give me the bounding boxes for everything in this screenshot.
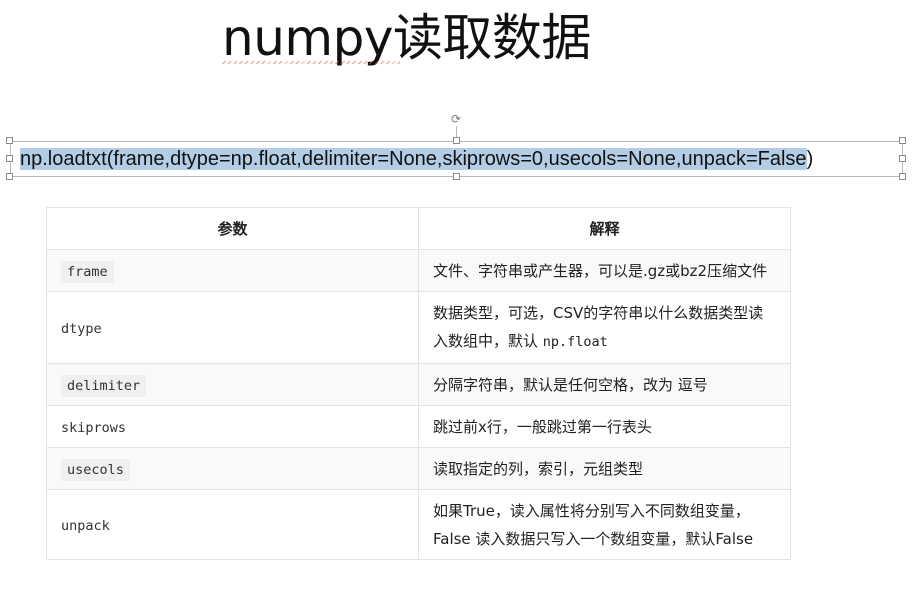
param-desc: 文件、字符串或产生器，可以是.gz或bz2压缩文件 (418, 249, 791, 292)
param-desc-code: np.float (542, 334, 608, 350)
param-name: unpack (61, 517, 110, 534)
code-text[interactable]: np.loadtxt(frame,dtype=np.float,delimite… (20, 145, 813, 173)
param-name: dtype (61, 320, 102, 337)
header-param: 参数 (46, 207, 419, 250)
resize-handle-top-left[interactable] (6, 137, 13, 144)
param-name: delimiter (61, 374, 147, 397)
resize-handle-bottom-left[interactable] (6, 173, 13, 180)
table-row: skiprows 跳过前x行，一般跳过第一行表头 (46, 405, 791, 448)
resize-handle-left[interactable] (6, 155, 13, 162)
resize-handle-top[interactable] (453, 137, 460, 144)
header-desc: 解释 (418, 207, 791, 250)
table-row: unpack 如果True，读入属性将分别写入不同数组变量，False 读入数据… (46, 489, 791, 560)
param-desc: 分隔字符串，默认是任何空格，改为 逗号 (418, 363, 791, 406)
selected-code-text[interactable]: np.loadtxt(frame,dtype=np.float,delimite… (20, 148, 807, 170)
param-desc: 如果True，读入属性将分别写入不同数组变量，False 读入数据只写入一个数组… (418, 489, 791, 560)
rotate-handle-icon[interactable]: ⟳ (449, 112, 463, 126)
table-row: usecols 读取指定的列，索引，元组类型 (46, 447, 791, 490)
spellcheck-underline (222, 61, 400, 64)
resize-handle-bottom-right[interactable] (899, 173, 906, 180)
table-row: dtype 数据类型，可选，CSV的字符串以什么数据类型读入数组中，默认 np.… (46, 291, 791, 364)
param-name: usecols (61, 458, 130, 481)
parameter-table: 参数 解释 frame 文件、字符串或产生器，可以是.gz或bz2压缩文件 dt… (46, 207, 791, 560)
param-desc: 跳过前x行，一般跳过第一行表头 (418, 405, 791, 448)
table-row: delimiter 分隔字符串，默认是任何空格，改为 逗号 (46, 363, 791, 406)
resize-handle-right[interactable] (899, 155, 906, 162)
param-name: skiprows (61, 419, 127, 436)
param-desc: 读取指定的列，索引，元组类型 (418, 447, 791, 490)
resize-handle-top-right[interactable] (899, 137, 906, 144)
code-closing-paren: ) (806, 148, 814, 170)
table-row: frame 文件、字符串或产生器，可以是.gz或bz2压缩文件 (46, 249, 791, 292)
param-desc-cell: 数据类型，可选，CSV的字符串以什么数据类型读入数组中，默认 np.float (418, 291, 791, 364)
param-name: frame (61, 260, 114, 283)
resize-handle-bottom[interactable] (453, 173, 460, 180)
